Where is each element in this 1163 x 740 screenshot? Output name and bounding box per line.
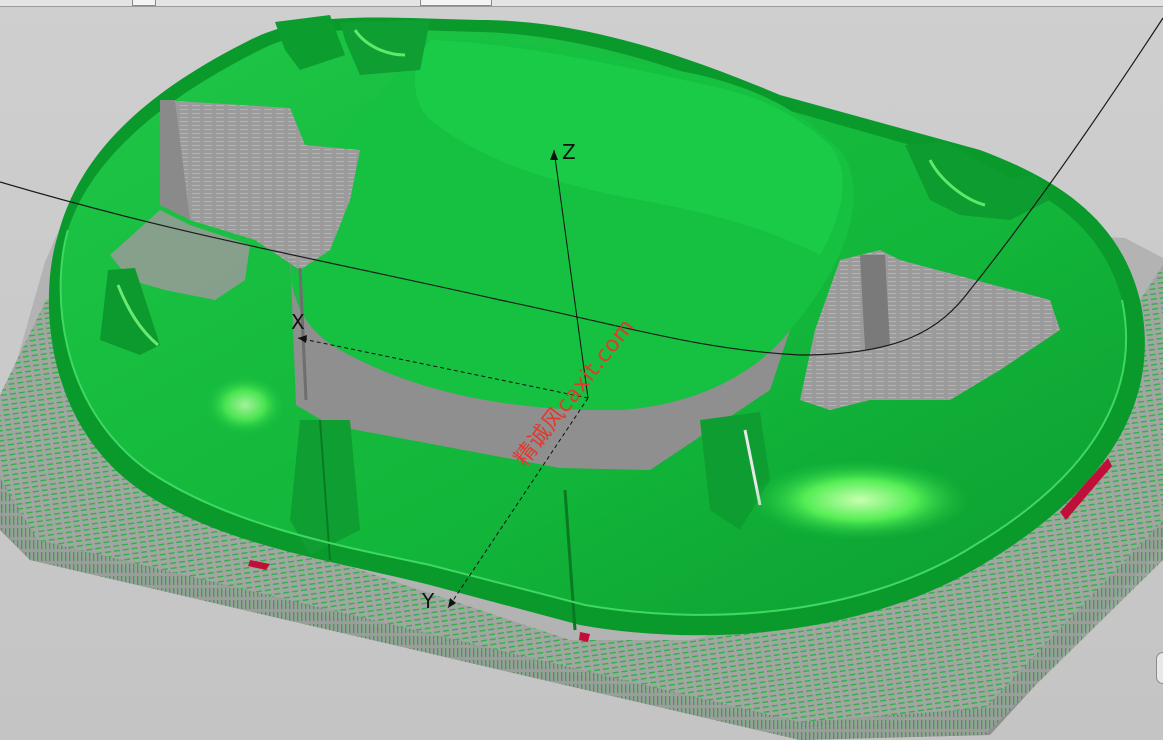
axis-label-y: Y bbox=[422, 589, 435, 613]
axis-label-z: Z bbox=[562, 140, 576, 164]
viewport-scroll-handle[interactable] bbox=[1156, 652, 1163, 684]
cam-3d-viewport[interactable]: Z X Y 精诚风caxit.com bbox=[0, 0, 1163, 740]
axis-label-x: X bbox=[291, 310, 305, 334]
